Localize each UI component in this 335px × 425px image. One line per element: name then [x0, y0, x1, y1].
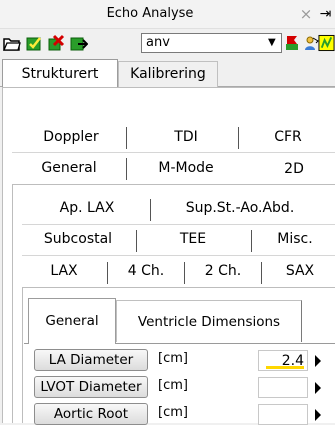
tab-2d[interactable]: 2D — [254, 154, 334, 184]
lvot-diameter-arrow-icon[interactable] — [315, 382, 321, 394]
tab-m-mode[interactable]: M-Mode — [134, 153, 238, 183]
tab-kalibrering[interactable]: Kalibrering — [118, 61, 218, 87]
tab-strukturert[interactable]: Strukturert — [2, 59, 118, 87]
tab-misc[interactable]: Misc. — [256, 224, 334, 254]
highlight-icon[interactable] — [318, 34, 335, 52]
lvot-diameter-unit: [cm] — [158, 378, 188, 393]
tab-ap-lax[interactable]: Ap. LAX — [26, 193, 148, 223]
tab-sax[interactable]: SAX — [266, 256, 334, 286]
tab-sub-general[interactable]: General — [28, 298, 116, 344]
tab-ventricle-dimensions[interactable]: Ventricle Dimensions — [116, 300, 302, 342]
flag-icon[interactable] — [284, 34, 302, 52]
la-diameter-unit: [cm] — [158, 351, 188, 366]
lvot-diameter-button[interactable]: LVOT Diameter — [34, 376, 148, 398]
tab-2ch[interactable]: 2 Ch. — [188, 256, 258, 286]
export-icon[interactable] — [70, 34, 88, 52]
la-diameter-button[interactable]: LA Diameter — [34, 349, 148, 371]
open-folder-icon[interactable] — [3, 34, 21, 52]
tab-sup-st-ao-abd[interactable]: Sup.St.-Ao.Abd. — [160, 193, 320, 223]
tab-lax[interactable]: LAX — [22, 256, 106, 286]
tab-doppler[interactable]: Doppler — [16, 122, 126, 152]
aortic-root-button[interactable]: Aortic Root — [34, 403, 148, 425]
close-icon[interactable]: × — [298, 0, 314, 28]
save-check-icon[interactable] — [25, 34, 43, 52]
tab-general[interactable]: General — [12, 153, 126, 183]
chevron-down-icon[interactable]: ▼ — [268, 36, 276, 50]
lvot-diameter-value[interactable] — [258, 377, 308, 398]
tab-cfr[interactable]: CFR — [244, 122, 332, 152]
la-diameter-highlight — [266, 366, 304, 369]
profile-select-value: anv — [146, 35, 170, 50]
window-title: Echo Analyse — [106, 6, 194, 21]
tab-subcostal[interactable]: Subcostal — [20, 224, 136, 254]
aortic-root-arrow-icon[interactable] — [315, 409, 321, 421]
la-diameter-arrow-icon[interactable] — [315, 355, 321, 367]
tab-tee[interactable]: TEE — [138, 224, 248, 254]
tab-tdi[interactable]: TDI — [134, 122, 238, 152]
aortic-root-value[interactable] — [258, 404, 308, 425]
profile-select[interactable]: anv ▼ — [141, 33, 282, 53]
aortic-root-unit: [cm] — [158, 405, 188, 420]
pin-icon[interactable]: ⇥ — [316, 0, 335, 28]
delete-icon[interactable] — [47, 34, 65, 52]
tab-4ch[interactable]: 4 Ch. — [110, 256, 182, 286]
